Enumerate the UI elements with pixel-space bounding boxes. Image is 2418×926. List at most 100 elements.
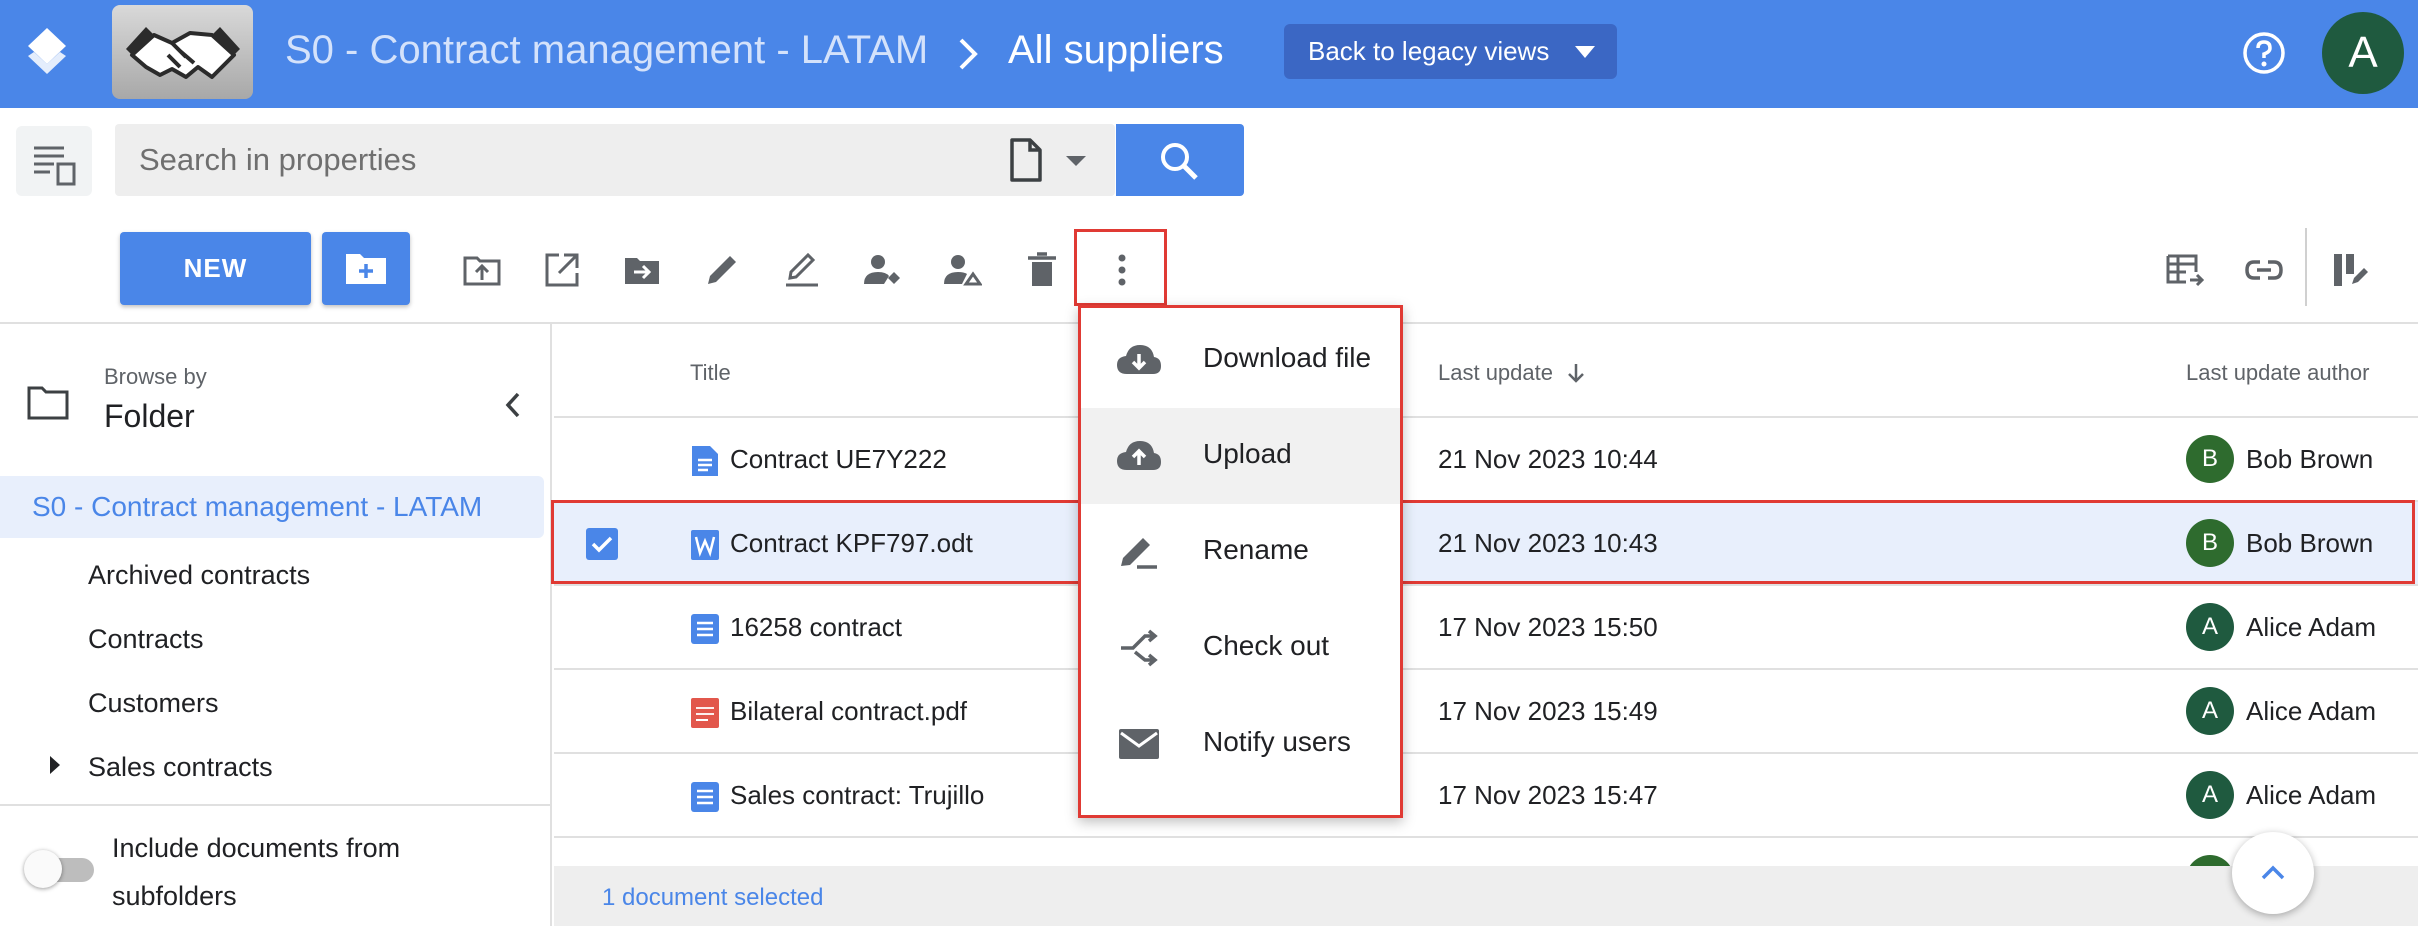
toggle-left-panel-button[interactable] — [16, 126, 92, 196]
row-author: Alice Adam — [2246, 780, 2377, 810]
edit-button[interactable] — [692, 240, 752, 300]
new-folder-button[interactable] — [322, 232, 410, 305]
row-title[interactable]: Bilateral contract.pdf — [730, 696, 967, 727]
new-button[interactable]: NEW — [120, 232, 311, 305]
menu-item-check-out[interactable]: Check out — [1081, 600, 1400, 696]
expand-caret-icon[interactable] — [50, 756, 60, 774]
move-up-button[interactable] — [452, 240, 512, 300]
table-row[interactable]: Contract UE7Y222 21 Nov 2023 10:44 B Bob… — [554, 418, 2418, 502]
column-header-last-update-label: Last update — [1438, 360, 1553, 385]
menu-label: Upload — [1203, 438, 1292, 469]
row-author: Bob Brown — [2246, 444, 2374, 474]
row-checkbox[interactable] — [586, 528, 618, 560]
menu-item-download-file[interactable]: Download file — [1081, 312, 1400, 408]
row-title[interactable]: 16258 contract — [730, 612, 902, 643]
menu-item-upload[interactable]: Upload — [1081, 408, 1400, 504]
row-title[interactable]: Contract UE7Y222 — [730, 444, 947, 475]
note-icon — [691, 614, 719, 644]
manage-access-button[interactable] — [932, 240, 992, 300]
table-row[interactable]: Contract KPF797.odt 21 Nov 2023 10:43 B … — [554, 502, 2418, 586]
folder-outline-icon — [27, 386, 69, 420]
row-title[interactable]: Contract KPF797.odt — [730, 528, 973, 559]
column-header-title[interactable]: Title — [690, 360, 731, 386]
handshake-icon — [126, 27, 240, 79]
table-header-row: Title Last update Last update author — [554, 324, 2418, 418]
row-author: Bob Brown — [2246, 528, 2374, 558]
author-avatar — [2186, 855, 2234, 866]
folder-upload-icon — [463, 256, 501, 286]
back-to-legacy-views-button[interactable]: Back to legacy views — [1284, 24, 1617, 79]
table-row[interactable]: Sales contract: Trujillo 17 Nov 2023 15:… — [554, 754, 2418, 838]
breadcrumb-space[interactable]: S0 - Contract management - LATAM — [285, 28, 928, 73]
checkout-icon — [1121, 629, 1158, 667]
browse-panel: Browse by Folder S0 - Contract managemen… — [0, 324, 552, 926]
manage-access-icon — [944, 255, 982, 286]
scroll-to-top-button[interactable] — [2232, 832, 2314, 914]
edit-properties-button[interactable] — [772, 240, 832, 300]
copy-link-button[interactable] — [2234, 240, 2294, 300]
include-subfolders-toggle[interactable] — [24, 848, 96, 890]
top-header: S0 - Contract management - LATAM All sup… — [0, 0, 2418, 108]
tree-item-archived-contracts[interactable]: Archived contracts — [88, 560, 310, 591]
help-icon[interactable] — [2241, 30, 2287, 76]
row-last-update: 21 Nov 2023 10:44 — [1438, 444, 1658, 474]
row-author: Alice Adam — [2246, 696, 2377, 726]
cloud-download-icon — [1117, 345, 1161, 374]
user-avatar[interactable]: A — [2322, 12, 2404, 94]
delete-icon — [1028, 252, 1056, 286]
column-header-last-update-author[interactable]: Last update author — [2186, 360, 2369, 386]
open-external-icon — [545, 253, 579, 287]
column-settings-icon — [2334, 254, 2368, 286]
tree-item-contracts[interactable]: Contracts — [88, 624, 204, 655]
table-row-partial[interactable] — [554, 838, 2418, 866]
chevron-left-icon[interactable] — [500, 390, 524, 420]
author-avatar: A — [2186, 771, 2234, 819]
export-table-button[interactable] — [2154, 240, 2214, 300]
row-last-update: 17 Nov 2023 15:47 — [1438, 780, 1658, 810]
table-row[interactable]: 16258 contract 17 Nov 2023 15:50 A Alice… — [554, 586, 2418, 670]
document-icon — [1010, 138, 1086, 182]
search-box — [115, 124, 1115, 196]
menu-label: Check out — [1203, 630, 1330, 661]
delete-button[interactable] — [1012, 240, 1072, 300]
list-document-icon — [34, 146, 76, 186]
menu-item-rename[interactable]: Rename — [1081, 504, 1400, 600]
browse-by-label: Browse by — [104, 364, 207, 389]
space-thumbnail[interactable] — [112, 5, 253, 99]
app-logo-icon[interactable] — [22, 26, 72, 80]
menu-label: Download file — [1203, 342, 1372, 373]
note-icon — [691, 782, 719, 812]
pdf-file-icon — [691, 698, 719, 728]
legacy-button-label: Back to legacy views — [1308, 36, 1550, 66]
browse-mode-selector[interactable]: Folder — [104, 398, 195, 435]
row-title[interactable]: Sales contract: Trujillo — [730, 780, 984, 811]
move-to-button[interactable] — [612, 240, 672, 300]
toggle-knob — [24, 850, 62, 888]
breadcrumb-chevron-icon — [959, 38, 978, 70]
tree-item-customers[interactable]: Customers — [88, 688, 219, 719]
assign-button[interactable] — [852, 240, 912, 300]
search-button[interactable] — [1116, 124, 1244, 196]
open-external-button[interactable] — [532, 240, 592, 300]
link-icon — [2245, 260, 2283, 280]
word-file-icon — [691, 530, 719, 560]
assign-user-icon — [864, 255, 900, 284]
toolbar-divider — [2305, 228, 2307, 306]
page-title: All suppliers — [1008, 28, 1224, 72]
row-last-update: 21 Nov 2023 10:43 — [1438, 528, 1658, 558]
document-type-select[interactable] — [1000, 136, 1110, 184]
search-input[interactable] — [139, 124, 979, 196]
column-settings-button[interactable] — [2320, 240, 2380, 300]
tree-root-space[interactable]: S0 - Contract management - LATAM — [0, 476, 544, 538]
include-subfolders-label: Include documents from subfolders — [112, 833, 401, 911]
menu-item-notify-users[interactable]: Notify users — [1081, 696, 1400, 792]
tree-item-sales-contracts[interactable]: Sales contracts — [88, 752, 273, 783]
search-icon — [1161, 143, 1198, 180]
more-actions-menu: Download file Upload Rename Check out No… — [1078, 305, 1403, 818]
menu-label: Rename — [1203, 534, 1309, 565]
table-row[interactable]: Bilateral contract.pdf 17 Nov 2023 15:49… — [554, 670, 2418, 754]
author-avatar: A — [2186, 687, 2234, 735]
more-actions-highlight — [1074, 229, 1167, 306]
author-avatar: B — [2186, 519, 2234, 567]
column-header-last-update[interactable]: Last update — [1438, 360, 1587, 386]
